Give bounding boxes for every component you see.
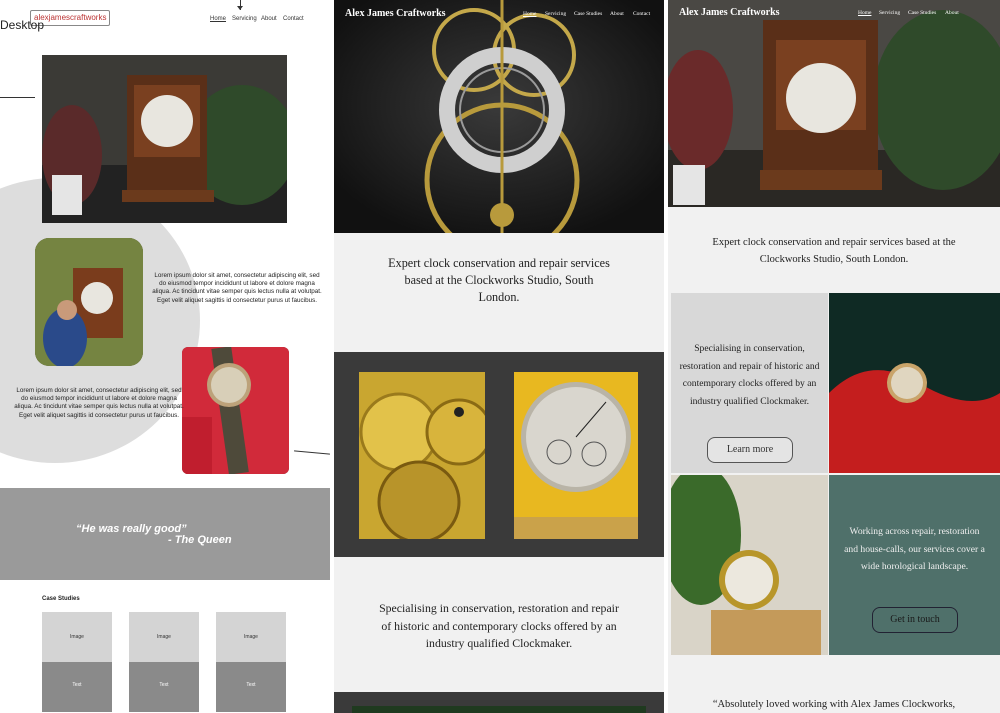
- wf-nav-about[interactable]: About: [261, 16, 277, 22]
- wireframe-panel: alexjamescraftworks Desktop Home Servici…: [0, 0, 330, 713]
- hero-movement-image: [334, 0, 664, 258]
- arrow-left-icon: [294, 450, 330, 455]
- wf-quote-author: - The Queen: [168, 534, 232, 546]
- case-card-text-3[interactable]: Text: [216, 662, 286, 712]
- watch-image: [182, 347, 289, 474]
- plant-image: [352, 706, 646, 713]
- desktop-nav-servicing[interactable]: Servicing: [879, 10, 900, 16]
- wf-nav-contact[interactable]: Contact: [283, 16, 304, 22]
- regulator-clock-image: [514, 372, 638, 539]
- nav-about[interactable]: About: [610, 11, 624, 17]
- desktop-nav-home[interactable]: Home: [858, 10, 871, 16]
- desktop-specialising-text: Specialising in conservation, restoratio…: [679, 343, 820, 407]
- nav-case-studies[interactable]: Case Studies: [574, 11, 602, 17]
- arrow-right-icon: [0, 97, 35, 98]
- wf-lorem-2: Lorem ipsum dolor sit amet, consectetur …: [14, 387, 184, 419]
- desktop-label: Desktop: [0, 18, 45, 32]
- nav-home[interactable]: Home: [523, 11, 536, 17]
- gallery-band: [334, 352, 664, 557]
- arrow-down-icon: [237, 0, 243, 10]
- wf-nav-servicing[interactable]: Servicing: [232, 16, 257, 22]
- brand-title[interactable]: Alex James Craftworks: [345, 8, 446, 19]
- nav-contact[interactable]: Contact: [633, 11, 650, 17]
- case-card-image-2[interactable]: Image: [129, 612, 199, 662]
- get-in-touch-button[interactable]: Get in touch: [872, 607, 958, 633]
- testimonial-text: “Absolutely loved working with Alex Jame…: [712, 699, 956, 710]
- bottom-band: [334, 692, 664, 713]
- wf-nav-home[interactable]: Home: [210, 16, 226, 22]
- desktop-working-text: Working across repair, restoration and h…: [844, 526, 985, 572]
- case-studies-title: Case Studies: [42, 596, 80, 602]
- gears-image: [359, 372, 485, 539]
- hero-clock-image: [42, 55, 287, 223]
- desktop-nav-case-studies[interactable]: Case Studies: [908, 10, 936, 16]
- wf-lorem-1: Lorem ipsum dolor sit amet, consectetur …: [152, 272, 322, 304]
- desktop-hero-image: [668, 0, 1000, 207]
- specialising-text: Specialising in conservation, restoratio…: [379, 601, 619, 650]
- desktop-brand-title[interactable]: Alex James Craftworks: [679, 7, 780, 18]
- case-card-image-3[interactable]: Image: [216, 612, 286, 662]
- nav-servicing[interactable]: Servicing: [545, 11, 566, 17]
- desktop-intro-text: Expert clock conservation and repair ser…: [712, 237, 956, 265]
- repair-image: [35, 238, 143, 366]
- learn-more-button[interactable]: Learn more: [707, 437, 793, 463]
- wf-quote-band: “He was really good” - The Queen: [0, 488, 330, 580]
- desktop-panel: Alex James Craftworks Home Servicing Cas…: [668, 0, 1000, 713]
- skeleton-clock-image: [671, 475, 828, 655]
- specialising-block: Specialising in conservation, restoratio…: [671, 293, 828, 473]
- watch-on-green-image: [829, 293, 1000, 473]
- app-root: alexjamescraftworks Desktop Home Servici…: [0, 0, 1000, 713]
- case-card-text-1[interactable]: Text: [42, 662, 112, 712]
- case-card-text-2[interactable]: Text: [129, 662, 199, 712]
- desktop-nav-about[interactable]: About: [945, 10, 959, 16]
- mobile-panel: Alex James Craftworks Home Servicing Cas…: [334, 0, 664, 713]
- working-block: Working across repair, restoration and h…: [829, 475, 1000, 655]
- intro-text: Expert clock conservation and repair ser…: [388, 256, 610, 304]
- case-card-image-1[interactable]: Image: [42, 612, 112, 662]
